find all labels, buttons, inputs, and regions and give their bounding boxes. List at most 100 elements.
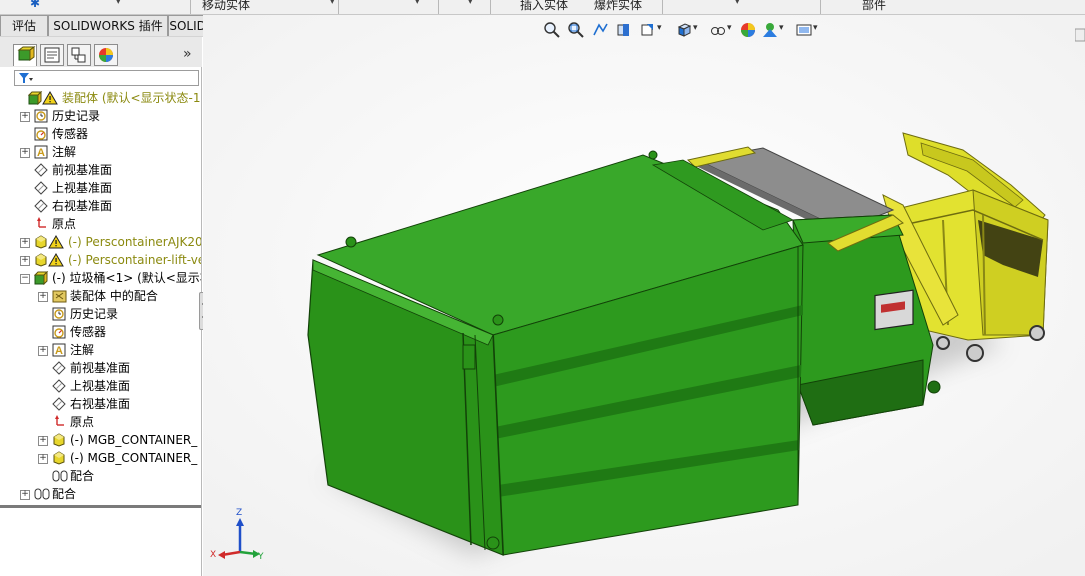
graphics-viewport[interactable]: ▾ ▾ ▾ ▾ ▾ — [203, 15, 1085, 576]
tree-item-label: 前视基准面 — [70, 361, 131, 375]
snap-icon[interactable]: ✱ — [30, 0, 40, 10]
exploded-view-button[interactable]: 爆炸实体 — [594, 0, 642, 13]
part-warning-icon — [34, 252, 64, 267]
tree-item[interactable]: 原点 — [38, 413, 94, 431]
dropdown-arrow-icon[interactable]: ▾ — [727, 23, 732, 33]
tree-item-label: (-) 垃圾桶<1> (默认<显示状 — [52, 271, 201, 285]
tree-item[interactable]: + 配合 — [20, 485, 76, 503]
tree-item-label: 右视基准面 — [52, 199, 113, 213]
tree-item[interactable]: 上视基准面 — [20, 179, 112, 197]
tree-item[interactable]: + (-) MGB_CONTAINER_ — [38, 431, 197, 449]
section-view-icon[interactable] — [615, 21, 633, 39]
dropdown-arrow-icon[interactable]: ▾ — [813, 23, 818, 33]
feature-manager-tab[interactable] — [13, 44, 37, 66]
expand-icon[interactable]: + — [38, 453, 48, 464]
tree-item[interactable]: + (-) PerscontainerAJK20 — [20, 233, 201, 251]
tree-scrollbar[interactable] — [0, 505, 201, 508]
view-settings-icon[interactable] — [795, 21, 813, 39]
dropdown-arrow-icon[interactable]: ▾ — [116, 0, 121, 7]
insert-part-button[interactable]: 插入实体 — [520, 0, 568, 13]
sensor-icon — [34, 127, 48, 141]
expand-icon[interactable]: + — [20, 255, 30, 266]
feature-manager-panel: » 装配体 (默认<显示状态-1> + 历史记录 传感器 + A 注解 前视基准面 上视基准面右… — [0, 37, 202, 576]
expand-panel-button[interactable]: » — [183, 46, 192, 62]
previous-view-icon[interactable] — [591, 21, 609, 39]
display-style-icon[interactable] — [709, 21, 727, 39]
tree-item[interactable]: 配合 — [38, 467, 94, 485]
tree-item[interactable]: − (-) 垃圾桶<1> (默认<显示状 — [20, 269, 201, 287]
tree-item[interactable]: 装配体 (默认<显示状态-1> — [14, 89, 201, 107]
plane-icon — [52, 360, 66, 375]
task-pane-handle[interactable] — [1075, 27, 1085, 47]
expand-icon[interactable]: + — [38, 345, 48, 356]
dropdown-arrow-icon[interactable]: ▾ — [415, 0, 420, 7]
tree-item-label: 上视基准面 — [70, 379, 131, 393]
tree-item[interactable]: 右视基准面 — [20, 197, 112, 215]
origin-icon — [52, 414, 66, 429]
dropdown-arrow-icon[interactable]: ▾ — [735, 0, 740, 7]
tree-item-label: 配合 — [52, 487, 77, 501]
tree-item[interactable]: 历史记录 — [38, 305, 118, 323]
tree-item-label: (-) MGB_CONTAINER_ — [70, 451, 198, 465]
expand-icon[interactable]: + — [20, 111, 30, 122]
tree-item[interactable]: 传感器 — [20, 125, 88, 143]
tree-item[interactable]: + (-) MGB_CONTAINER_ — [38, 449, 197, 467]
dropdown-arrow-icon[interactable]: ▾ — [330, 0, 335, 7]
expand-icon[interactable]: + — [38, 291, 48, 302]
dropdown-arrow-icon[interactable]: ▾ — [657, 23, 662, 33]
mates-icon — [34, 487, 50, 501]
plane-icon — [34, 162, 48, 177]
tree-item[interactable]: + 历史记录 — [20, 107, 100, 125]
appearance-ball-icon — [99, 48, 113, 62]
part-warning-icon — [34, 234, 64, 249]
tree-item[interactable]: 传感器 — [38, 323, 106, 341]
tree-item-label: 前视基准面 — [52, 163, 113, 177]
zoom-to-area-icon[interactable] — [567, 21, 585, 39]
appearance-icon[interactable] — [739, 21, 757, 39]
move-body-button[interactable]: 移动实体 — [202, 0, 250, 13]
tab-evaluate[interactable]: 评估 — [0, 15, 48, 36]
tree-item[interactable]: + A 注解 — [20, 143, 76, 161]
tree-item[interactable]: 原点 — [20, 215, 76, 233]
configuration-manager-tab[interactable] — [67, 44, 91, 66]
dynamic-annotation-icon[interactable] — [639, 21, 657, 39]
tab-solidworks-addins[interactable]: SOLIDWORKS 插件 — [48, 15, 168, 36]
expand-icon[interactable]: + — [20, 147, 30, 158]
expand-icon[interactable]: + — [38, 435, 48, 446]
sensor-icon — [52, 325, 66, 339]
assembly-warning-icon — [28, 90, 58, 105]
tree-item[interactable]: 前视基准面 — [38, 359, 130, 377]
view-orientation-icon[interactable] — [675, 21, 693, 39]
command-manager-toolbar: ✱ ▾ 移动实体 ▾ ▾ ▾ 插入实体 爆炸实体 ▾ 部件 — [0, 0, 1085, 15]
dropdown-arrow-icon[interactable]: ▾ — [693, 23, 698, 33]
tree-item[interactable]: 上视基准面 — [38, 377, 130, 395]
tree-item-label: 装配体 中的配合 — [70, 289, 158, 303]
expand-icon[interactable]: + — [20, 489, 30, 500]
origin-icon — [34, 216, 48, 231]
plane-icon — [34, 180, 48, 195]
panel-tab-bar: » — [0, 37, 202, 67]
tree-item[interactable]: + A 注解 — [38, 341, 94, 359]
display-manager-tab[interactable] — [94, 44, 118, 66]
mates-folder-icon — [52, 289, 67, 303]
plane-icon — [34, 198, 48, 213]
filter-icon — [18, 72, 34, 87]
history-icon — [34, 109, 48, 123]
tree-item-label: (-) PerscontainerAJK20 — [68, 235, 201, 249]
tree-item[interactable]: + (-) Perscontainer-lift-ve — [20, 251, 201, 269]
plane-icon — [52, 378, 66, 393]
tree-filter-field[interactable] — [14, 70, 199, 86]
zoom-to-fit-icon[interactable] — [543, 21, 561, 39]
tree-item[interactable]: + 装配体 中的配合 — [38, 287, 158, 305]
configuration-icon — [71, 47, 86, 63]
tree-item[interactable]: 右视基准面 — [38, 395, 130, 413]
expand-icon[interactable]: + — [20, 237, 30, 248]
tree-item[interactable]: 前视基准面 — [20, 161, 112, 179]
scene-icon[interactable] — [761, 21, 779, 39]
property-manager-tab[interactable] — [40, 44, 64, 66]
tree-item-label: 右视基准面 — [70, 397, 131, 411]
dropdown-arrow-icon[interactable]: ▾ — [779, 23, 784, 33]
plane-icon — [52, 396, 66, 411]
collapse-icon[interactable]: − — [20, 273, 30, 284]
dropdown-arrow-icon[interactable]: ▾ — [468, 0, 473, 7]
